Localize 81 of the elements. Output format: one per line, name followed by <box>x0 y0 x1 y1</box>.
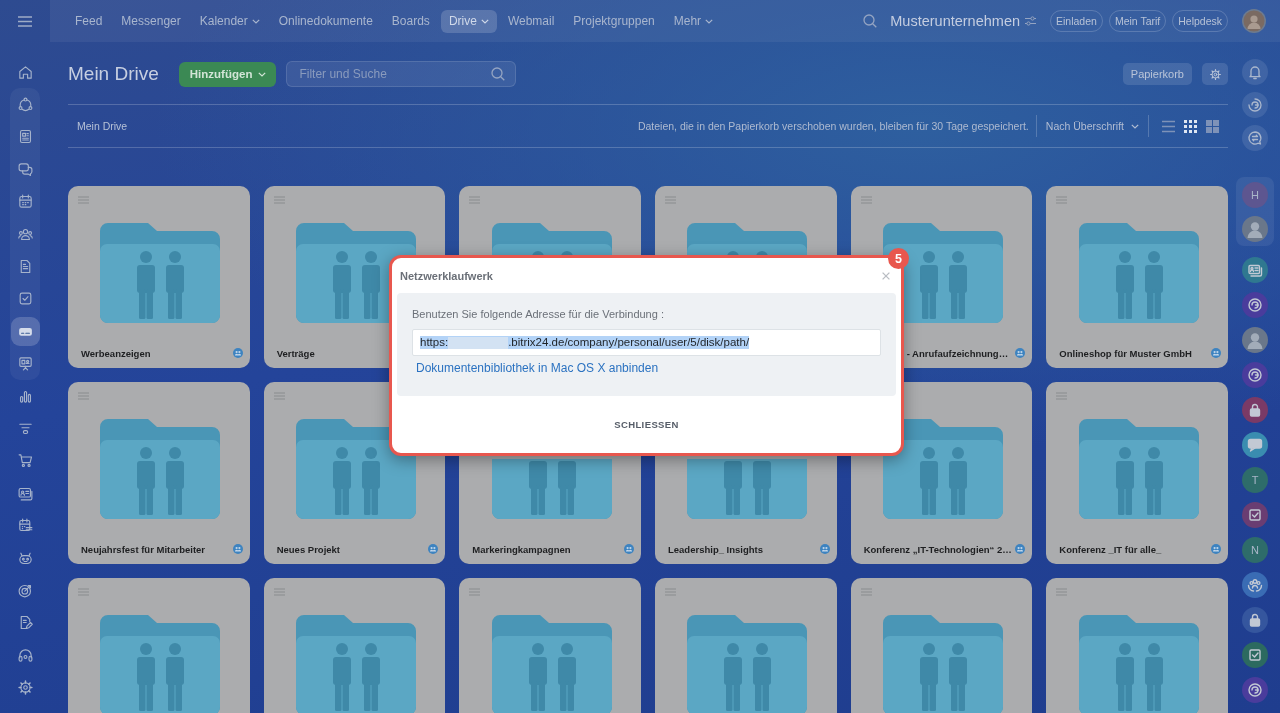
folder-name: Markeringkampagnen <box>472 543 571 555</box>
folder-name: Konferenz „IT-Technologien“ 2… <box>863 543 1012 555</box>
letter-avatar[interactable]: T <box>1242 467 1268 493</box>
letter-avatar[interactable]: H <box>1242 182 1268 208</box>
shared-icon <box>1015 544 1026 554</box>
address-field[interactable]: https: .bitrix24.de/company/personal/user/5/disk/path/ <box>412 329 881 356</box>
folder-name: Onlineshop für Muster GmbH <box>1059 347 1192 359</box>
breadcrumb[interactable]: Mein Drive <box>68 120 128 132</box>
shared-icon <box>1015 348 1026 358</box>
search-icon[interactable] <box>491 67 506 81</box>
avatar-icon[interactable] <box>1242 327 1268 353</box>
folder-name: Leadership_ Insights <box>668 543 764 555</box>
shared-icon <box>428 544 439 554</box>
caret-icon <box>258 71 267 77</box>
folder-name: Verträge <box>276 347 315 359</box>
company-name[interactable]: Musterunternehmen <box>890 13 1020 29</box>
nodes-icon[interactable] <box>16 96 34 114</box>
shared-icon <box>232 348 243 358</box>
folder-name: Konferenz _IT für alle_ <box>1059 543 1162 555</box>
nav-link[interactable]: Boards <box>383 9 438 33</box>
info-text: Dateien, die in den Papierkorb verschoben wurden, bleiben für 30 Tage gespeichert. <box>637 120 1029 132</box>
folder-card[interactable]: Neujahrsfest für Mitarbeiter <box>68 382 250 564</box>
close-icon[interactable] <box>882 271 890 280</box>
bell-icon[interactable] <box>1242 59 1268 85</box>
chat-icon[interactable] <box>1242 432 1268 458</box>
tile-view-icon[interactable] <box>1206 119 1219 133</box>
nav-link[interactable]: Messenger <box>113 9 189 33</box>
nav-link[interactable]: Webmail <box>499 9 563 33</box>
folder-card[interactable]: Werbeanzeigen <box>68 186 250 368</box>
grid-view-icon[interactable] <box>1184 119 1197 133</box>
drive-icon[interactable] <box>10 316 40 346</box>
swirl-icon[interactable] <box>1242 92 1268 118</box>
nav-link[interactable]: Feed <box>67 9 111 33</box>
caret-icon <box>1131 123 1139 129</box>
trash-button[interactable]: Papierkorb <box>1122 63 1192 85</box>
nav-link[interactable]: Projektgruppen <box>565 9 663 33</box>
redacted-block <box>448 337 509 349</box>
nav-link[interactable]: Mehr <box>665 9 722 33</box>
nav-link[interactable]: Onlinedokumente <box>270 9 381 33</box>
folder-card[interactable]: Onlineshop für Muster GmbH <box>1046 186 1228 368</box>
nav-link[interactable]: Drive <box>440 9 497 33</box>
settings-icon <box>1208 67 1222 81</box>
folder-card[interactable]: Konferenz _IT für alle_ <box>1046 382 1228 564</box>
shared-icon <box>1211 348 1221 358</box>
page-title: Mein Drive <box>68 63 159 85</box>
lock-icon[interactable] <box>1242 607 1268 633</box>
presentation-icon[interactable] <box>16 355 34 373</box>
folder-name: - Anrufaufzeichnung… <box>906 347 1009 359</box>
cart-icon[interactable] <box>16 452 34 470</box>
calendar-icon[interactable] <box>16 193 34 211</box>
shared-icon <box>232 544 243 554</box>
swirl-icon[interactable] <box>1242 677 1268 703</box>
checkbox-icon[interactable] <box>1242 502 1268 528</box>
folder-name: Neujahrsfest für Mitarbeiter <box>81 543 206 555</box>
swirl-icon[interactable] <box>1242 362 1268 388</box>
settings-button[interactable] <box>1202 63 1228 85</box>
add-button[interactable]: Hinzufügen <box>178 61 277 87</box>
search-icon[interactable] <box>863 14 878 28</box>
swirl-icon[interactable] <box>1242 292 1268 318</box>
avatar-icon[interactable] <box>1242 9 1266 33</box>
shared-icon <box>819 544 830 554</box>
menu-icon[interactable] <box>18 15 32 27</box>
chat-icon[interactable] <box>1242 125 1268 151</box>
sort-dropdown[interactable]: Nach Überschrift <box>1043 120 1141 132</box>
list-view-icon[interactable] <box>1162 119 1175 133</box>
folder-name: Neues Projekt <box>276 543 341 555</box>
contact-card-icon[interactable] <box>1242 257 1268 283</box>
people-icon[interactable] <box>1242 572 1268 598</box>
avatar-icon[interactable] <box>1242 216 1268 242</box>
nav-link[interactable]: Kalender <box>191 9 268 33</box>
headset-icon[interactable] <box>16 646 34 664</box>
home-icon[interactable] <box>16 63 34 81</box>
folder-name: Werbeanzeigen <box>81 347 151 359</box>
sliders-icon[interactable] <box>1025 16 1036 26</box>
lock-icon[interactable] <box>1242 397 1268 423</box>
shared-icon <box>1211 544 1221 554</box>
letter-avatar[interactable]: N <box>1242 537 1268 563</box>
shared-icon <box>624 544 634 554</box>
chat-icon[interactable] <box>16 160 34 178</box>
checkbox-icon[interactable] <box>1242 642 1268 668</box>
settings-icon[interactable] <box>16 679 34 697</box>
